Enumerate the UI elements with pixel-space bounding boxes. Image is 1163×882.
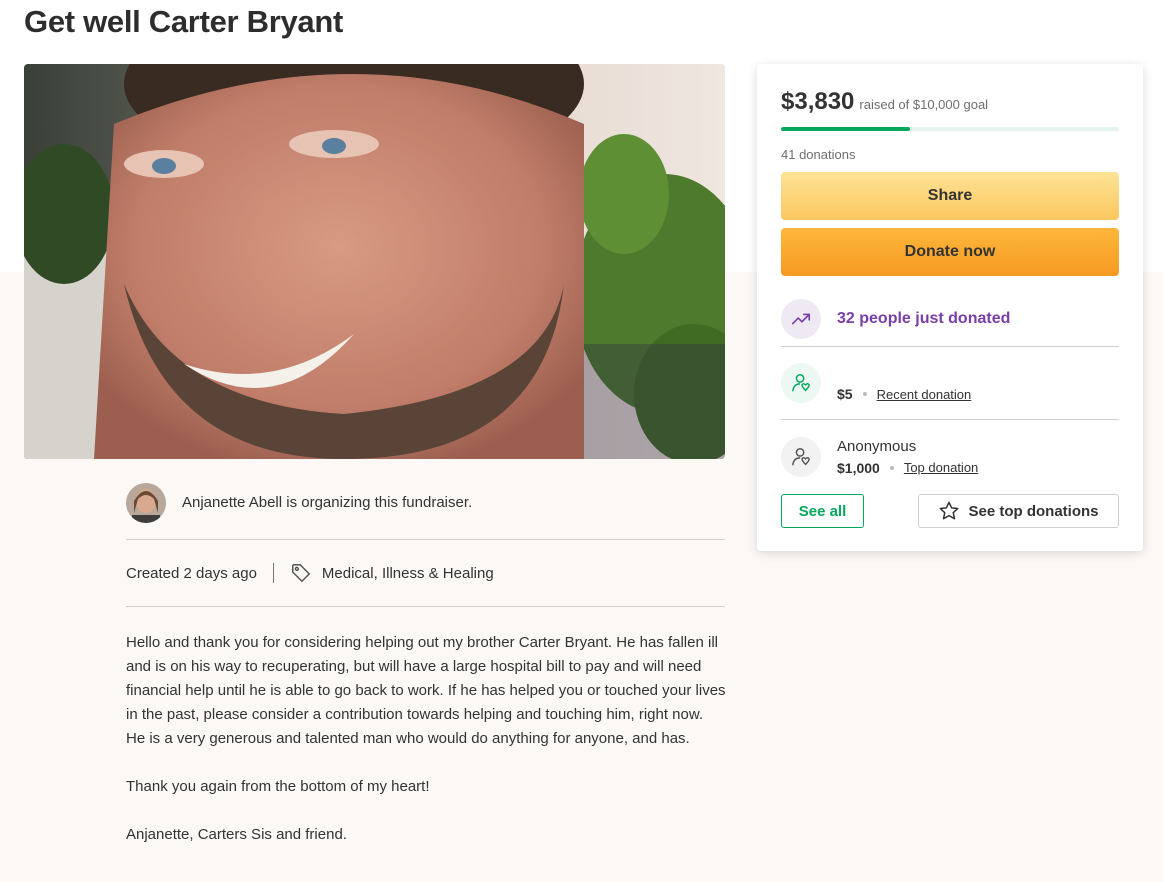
organizer-row: Anjanette Abell is organizing this fundr… [126,483,725,540]
trending-icon [781,299,821,339]
campaign-story: Hello and thank you for considering help… [126,631,726,871]
see-top-donations-button[interactable]: See top donations [918,494,1119,528]
recent-donation-item: $5 Recent donation [781,347,1119,420]
bullet-dot [889,465,894,470]
donation-amount: $5 [837,386,853,402]
top-donation-link[interactable]: Top donation [904,460,978,475]
donation-amount: $1,000 [837,459,880,476]
donor-name [837,364,971,384]
donor-heart-icon [781,363,821,403]
meta-divider [272,563,274,583]
tag-icon [290,562,312,584]
progress-bar-fill [781,127,911,131]
story-paragraph: Hello and thank you for considering help… [126,634,726,747]
category-link[interactable]: Medical, Illness & Healing [322,565,494,582]
story-paragraph: Thank you again from the bottom of my he… [126,778,430,795]
progress-bar [781,127,1119,131]
see-all-button[interactable]: See all [781,494,864,528]
recent-donation-link[interactable]: Recent donation [877,387,972,402]
donation-info: Anonymous $1,000 Top donation [837,438,978,476]
organizer-avatar[interactable] [126,483,166,523]
campaign-hero-image [24,64,725,459]
raised-summary: $3,830 raised of $10,000 goal [781,88,988,116]
goal-text: raised of $10,000 goal [859,97,989,112]
bullet-dot [862,392,867,396]
star-icon [938,500,960,522]
campaign-title: Get well Carter Bryant [24,4,344,39]
donor-name: Anonymous [837,437,917,455]
share-button[interactable]: Share [781,172,1119,220]
trending-text: 32 people just donated [837,310,1011,327]
trending-donations: 32 people just donated [781,292,1119,347]
donation-sidebar-card: $3,830 raised of $10,000 goal 41 donatio… [757,64,1143,551]
organizer-text: Anjanette Abell is organizing this fundr… [182,494,473,511]
raised-amount: $3,830 [781,88,855,115]
campaign-meta: Created 2 days ago Medical, Illness & He… [126,540,725,607]
donor-heart-icon [781,436,821,477]
created-date: Created 2 days ago [126,564,257,582]
donate-now-button[interactable]: Donate now [781,228,1119,276]
donation-count: 41 donations [781,147,856,162]
story-paragraph: Anjanette, Carters Sis and friend. [126,826,347,843]
donation-info: $5 Recent donation [837,364,971,402]
see-top-donations-label: See top donations [968,502,1099,520]
top-donation-item: Anonymous $1,000 Top donation [781,420,1119,493]
